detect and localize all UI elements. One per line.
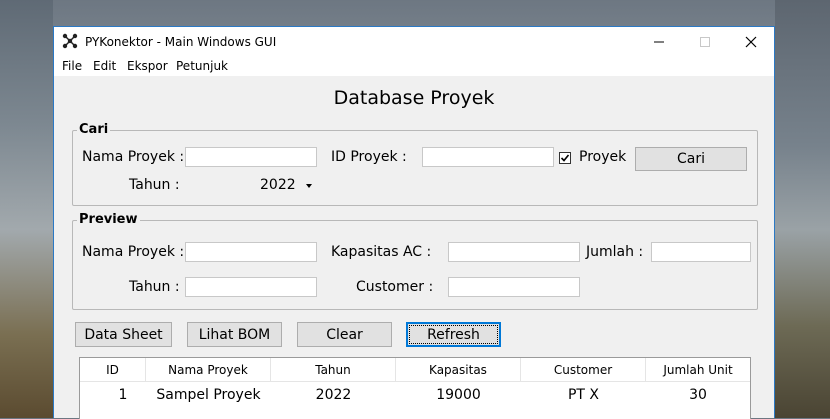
search-button[interactable]: Cari (635, 147, 747, 171)
data-sheet-button[interactable]: Data Sheet (75, 322, 172, 347)
title-bar[interactable]: PYKonektor - Main Windows GUI (54, 27, 774, 57)
maximize-button[interactable] (682, 27, 728, 57)
menu-file[interactable]: File (62, 59, 82, 73)
menu-edit[interactable]: Edit (93, 59, 116, 73)
app-icon (62, 33, 78, 49)
lihat-bom-button[interactable]: Lihat BOM (187, 322, 282, 347)
menu-bar: File Edit Ekspor Petunjuk (54, 57, 774, 76)
cell-tahun: 2022 (315, 387, 352, 403)
close-button[interactable] (728, 27, 774, 57)
search-nama-label: Nama Proyek : (82, 149, 185, 165)
menu-ekspor[interactable]: Ekspor (127, 59, 168, 73)
menu-petunjuk[interactable]: Petunjuk (176, 59, 228, 73)
search-group-title: Cari (77, 122, 111, 137)
column-header-id[interactable]: ID (80, 358, 146, 382)
chevron-down-icon (306, 184, 312, 188)
main-window: PYKonektor - Main Windows GUI File Edit … (53, 26, 775, 419)
search-id-label: ID Proyek : (331, 149, 407, 165)
focus-ring (409, 325, 498, 344)
preview-tahun-input[interactable] (185, 277, 317, 297)
column-header-nama[interactable]: Nama Proyek (146, 358, 271, 382)
minimize-button[interactable] (636, 27, 682, 57)
desktop-background-left (0, 0, 53, 418)
preview-customer-input[interactable] (448, 277, 580, 297)
close-icon (745, 36, 757, 48)
proyek-checkbox-label: Proyek (579, 149, 627, 165)
preview-kapasitas-label: Kapasitas AC : (331, 244, 432, 260)
preview-nama-label: Nama Proyek : (82, 244, 185, 260)
page-title: Database Proyek (333, 87, 495, 109)
preview-group-title: Preview (77, 212, 140, 227)
cell-nama: Sampel Proyek (156, 387, 261, 403)
window-title: PYKonektor - Main Windows GUI (85, 35, 277, 49)
checkmark-icon (560, 154, 570, 162)
project-table[interactable]: ID Nama Proyek Tahun Kapasitas Customer … (79, 357, 751, 419)
desktop-background-right (775, 0, 830, 418)
cell-kapasitas: 19000 (436, 387, 481, 403)
preview-nama-input[interactable] (185, 242, 317, 262)
column-header-tahun[interactable]: Tahun (271, 358, 396, 382)
preview-group: Preview Nama Proyek : Kapasitas AC : Jum… (72, 212, 758, 310)
minimize-icon (654, 41, 664, 43)
preview-customer-label: Customer : (356, 279, 434, 295)
cell-jumlah: 30 (689, 387, 707, 403)
refresh-button[interactable]: Refresh (406, 322, 501, 347)
search-tahun-label: Tahun : (129, 177, 180, 193)
tahun-dropdown[interactable]: 2022 (255, 175, 317, 195)
search-id-input[interactable] (422, 147, 554, 167)
preview-jumlah-label: Jumlah : (586, 244, 644, 260)
maximize-icon (700, 37, 710, 47)
tahun-dropdown-value: 2022 (260, 177, 296, 193)
column-header-jumlah[interactable]: Jumlah Unit (646, 358, 750, 382)
search-nama-input[interactable] (185, 147, 317, 167)
clear-button[interactable]: Clear (297, 322, 392, 347)
preview-tahun-label: Tahun : (129, 279, 180, 295)
proyek-checkbox[interactable] (559, 152, 571, 164)
cell-customer: PT X (567, 387, 600, 403)
preview-kapasitas-input[interactable] (448, 242, 580, 262)
column-header-customer[interactable]: Customer (521, 358, 646, 382)
column-header-kapasitas[interactable]: Kapasitas (396, 358, 521, 382)
preview-jumlah-input[interactable] (651, 242, 751, 262)
search-group: Cari Nama Proyek : ID Proyek : Proyek Ca… (72, 122, 758, 206)
